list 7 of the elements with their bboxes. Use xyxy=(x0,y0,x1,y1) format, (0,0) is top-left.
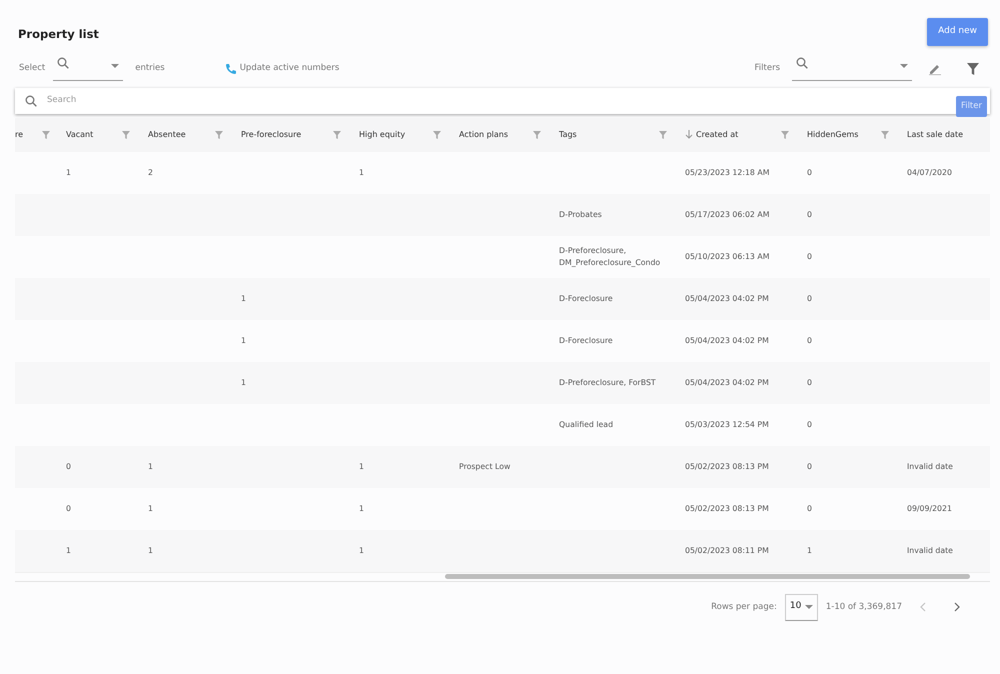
page-range: 1-10 of 3,369,817 xyxy=(826,600,902,614)
entries-label: entries xyxy=(135,62,165,75)
filter-tooltip: Filter xyxy=(956,96,987,117)
page-title: Property list xyxy=(18,26,99,43)
rows-per-page-label: Rows per page: xyxy=(711,600,777,614)
select-label: Select xyxy=(19,62,46,75)
filters-label: Filters xyxy=(754,62,780,75)
